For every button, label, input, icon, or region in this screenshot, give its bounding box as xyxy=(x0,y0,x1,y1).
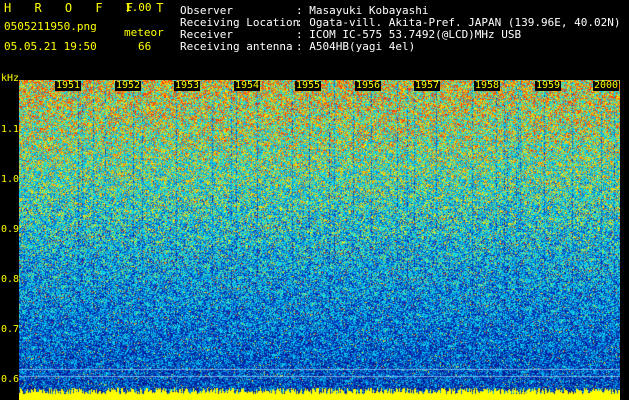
observer-key: Observer xyxy=(180,4,233,17)
y-tick-label: 1.0 xyxy=(1,174,20,185)
antenna-value: : A504HB(yagi 4el) xyxy=(296,40,416,53)
time-tick: 1954 xyxy=(234,80,261,91)
receiver-key: Receiver xyxy=(180,28,233,41)
time-tick: 1952 xyxy=(115,80,142,91)
time-tick: 2000 xyxy=(593,80,620,91)
time-tick: 1955 xyxy=(295,80,322,91)
time-tick: 1959 xyxy=(535,80,562,91)
mode-label: meteor xyxy=(124,26,164,39)
receiver-value: : ICOM IC-575 53.7492(@LCD)MHz USB xyxy=(296,28,522,41)
detection-count: 66 xyxy=(138,40,152,53)
y-tick-label: 1.1 xyxy=(1,124,20,135)
time-tick: 1958 xyxy=(474,80,501,91)
y-tick-label: 0.8 xyxy=(1,274,20,285)
file-name: 0505211950.png xyxy=(4,20,97,33)
y-tick-label: 0.7 xyxy=(1,324,20,335)
y-tick-label: 0.6 xyxy=(1,374,20,385)
app-version: 1.00 xyxy=(125,1,152,14)
spectrogram xyxy=(19,80,620,400)
y-axis-unit: kHz xyxy=(1,73,20,84)
antenna-key: Receiving antenna xyxy=(180,40,293,53)
time-tick: 1953 xyxy=(174,80,201,91)
y-tick-label: 0.9 xyxy=(1,224,20,235)
location-key: Receiving Location xyxy=(180,16,300,29)
time-tick: 1957 xyxy=(414,80,441,91)
location-value: : Ogata-vill. Akita-Pref. JAPAN (139.96E… xyxy=(296,16,621,29)
observer-value: : Masayuki Kobayashi xyxy=(296,4,429,17)
time-tick: 1956 xyxy=(355,80,382,91)
time-tick: 1951 xyxy=(55,80,82,91)
timestamp: 05.05.21 19:50 xyxy=(4,40,97,53)
